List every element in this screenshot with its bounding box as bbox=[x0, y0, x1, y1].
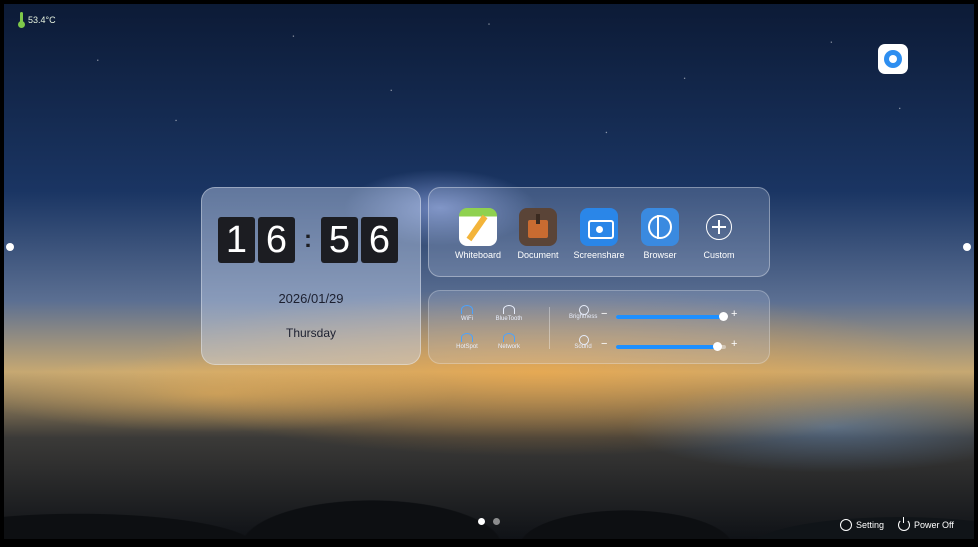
sound-increase-button[interactable]: + bbox=[731, 338, 737, 350]
sound-slider[interactable]: Sound − + bbox=[569, 335, 759, 354]
bluetooth-toggle[interactable]: BlueTooth bbox=[489, 305, 529, 322]
clock-date: 2026/01/29 bbox=[278, 291, 344, 306]
hour-tens-digit: 1 bbox=[218, 217, 255, 263]
app-label: Document bbox=[517, 250, 559, 260]
app-launcher: Whiteboard Document Screenshare Browser … bbox=[428, 187, 770, 277]
bluetooth-label: BlueTooth bbox=[495, 316, 523, 322]
minute-ones-digit: 6 bbox=[361, 217, 398, 263]
setting-button[interactable]: Setting bbox=[840, 519, 884, 531]
app-custom[interactable]: Custom bbox=[689, 208, 749, 260]
screenshare-icon bbox=[580, 208, 618, 246]
thermometer-icon bbox=[18, 12, 25, 28]
hour-ones-digit: 6 bbox=[258, 217, 295, 263]
gear-icon bbox=[840, 519, 852, 531]
brightness-track[interactable] bbox=[616, 312, 728, 321]
hotspot-icon bbox=[461, 333, 473, 342]
clock-digits: 1 6 : 5 6 bbox=[218, 217, 401, 263]
floating-app-button[interactable] bbox=[878, 44, 908, 74]
power-icon bbox=[898, 517, 911, 531]
hotspot-toggle[interactable]: HotSpot bbox=[447, 333, 487, 350]
bluetooth-icon bbox=[503, 305, 515, 314]
quick-settings-panel: WiFi BlueTooth HotSpot Network Brightnes… bbox=[428, 290, 770, 364]
minute-tens-digit: 5 bbox=[321, 217, 358, 263]
app-screenshare[interactable]: Screenshare bbox=[569, 208, 629, 260]
brightness-fill bbox=[616, 315, 724, 319]
app-label: Browser bbox=[643, 250, 677, 260]
sound-label: Sound bbox=[574, 344, 592, 350]
sound-fill bbox=[616, 345, 719, 349]
app-whiteboard[interactable]: Whiteboard bbox=[448, 208, 508, 260]
network-icon bbox=[503, 333, 515, 342]
app-label: Screenshare bbox=[573, 250, 625, 260]
page-indicator bbox=[478, 518, 500, 525]
page-dot-2[interactable] bbox=[493, 518, 500, 525]
clock-separator: : bbox=[304, 226, 312, 253]
network-toggle[interactable]: Network bbox=[489, 333, 529, 350]
globe-icon bbox=[641, 208, 679, 246]
brightness-slider[interactable]: Brightness − + bbox=[569, 305, 759, 324]
left-edge-handle[interactable] bbox=[6, 243, 14, 251]
temperature-indicator: 53.4°C bbox=[18, 12, 56, 28]
sound-decrease-button[interactable]: − bbox=[601, 338, 607, 350]
clock-weekday: Thursday bbox=[285, 326, 337, 340]
wifi-label: WiFi bbox=[461, 316, 473, 322]
temperature-value: 53.4°C bbox=[28, 15, 56, 25]
plus-circle-icon bbox=[700, 208, 738, 246]
hills-silhouette bbox=[0, 437, 978, 547]
app-document[interactable]: Document bbox=[508, 208, 568, 260]
wifi-toggle[interactable]: WiFi bbox=[447, 305, 487, 322]
power-off-label: Power Off bbox=[914, 520, 954, 530]
panel-divider bbox=[549, 307, 550, 349]
sound-track[interactable] bbox=[616, 342, 726, 351]
ring-icon bbox=[884, 50, 902, 68]
whiteboard-icon bbox=[459, 208, 497, 246]
hotspot-label: HotSpot bbox=[456, 344, 478, 350]
wifi-icon bbox=[461, 305, 473, 314]
brightness-label: Brightness bbox=[569, 314, 598, 320]
power-off-button[interactable]: Power Off bbox=[898, 517, 954, 531]
app-label: Whiteboard bbox=[454, 250, 502, 260]
app-label: Custom bbox=[703, 250, 735, 260]
app-browser[interactable]: Browser bbox=[630, 208, 690, 260]
network-label: Network bbox=[497, 344, 520, 350]
brightness-increase-button[interactable]: + bbox=[731, 308, 737, 320]
sound-knob[interactable] bbox=[713, 342, 723, 351]
clock-widget: 1 6 : 5 6 2026/01/29 Thursday bbox=[201, 187, 421, 365]
briefcase-icon bbox=[519, 208, 557, 246]
page-dot-1[interactable] bbox=[478, 518, 485, 525]
brightness-knob[interactable] bbox=[718, 312, 728, 321]
brightness-decrease-button[interactable]: − bbox=[601, 308, 607, 320]
bottom-actions: Setting Power Off bbox=[840, 517, 954, 531]
setting-label: Setting bbox=[856, 520, 885, 530]
right-edge-handle[interactable] bbox=[963, 243, 971, 251]
